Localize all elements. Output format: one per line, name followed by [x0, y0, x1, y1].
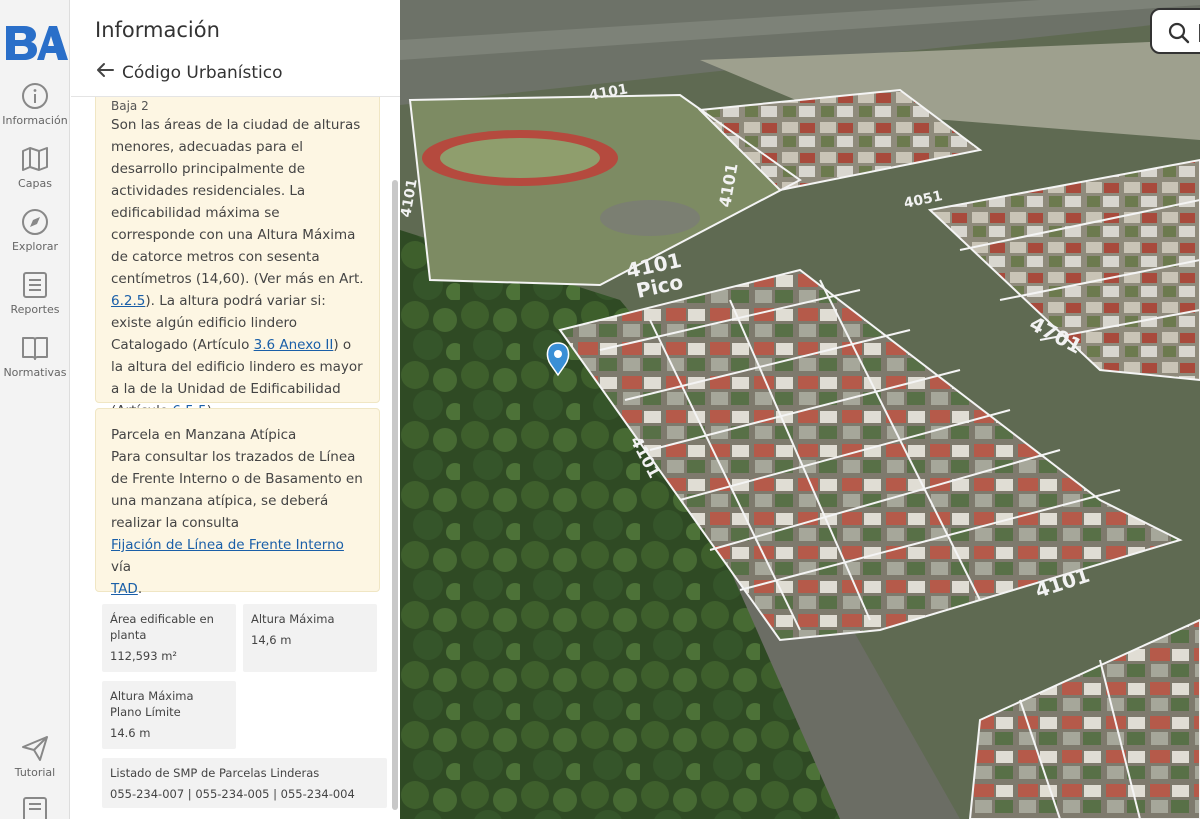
description-text: Son las áreas de la ciudad de alturas me… [111, 117, 364, 287]
description-text: Para consultar los trazados de Línea de … [111, 449, 363, 531]
rail-item-informacion[interactable]: Información [0, 82, 70, 127]
rail-label: Explorar [11, 240, 58, 253]
rail-label: Información [2, 114, 68, 127]
left-navigation-rail: Información Capas Explorar Reportes Norm… [0, 0, 70, 819]
rail-label: Reportes [10, 303, 60, 316]
link-fijacion-linea-frente-interno[interactable]: Fijación de Línea de Frente Interno [111, 537, 344, 553]
stat-label: Altura Máxima Plano Límite [110, 689, 194, 719]
rail-item-explorar[interactable]: Explorar [0, 208, 70, 253]
info-icon [22, 83, 48, 109]
card-title: Parcela en Manzana Atípica [111, 427, 297, 443]
rail-item-more[interactable] [0, 796, 70, 819]
description-text: vía [111, 559, 132, 575]
rail-item-reportes[interactable]: Reportes [0, 271, 70, 316]
stat-value: 14,6 m [251, 633, 292, 647]
stat-value: 055-234-007 | 055-234-005 | 055-234-004 [110, 787, 355, 801]
link-article-3-6-anexo-ii[interactable]: 3.6 Anexo II [254, 337, 334, 353]
stat-label: Altura Máxima [251, 612, 335, 626]
description-text: . [137, 581, 143, 597]
panel-header: Información Código Urbanístico [71, 0, 400, 97]
zone-description: Son las áreas de la ciudad de alturas me… [111, 114, 364, 422]
stat-altura-maxima: Altura Máxima 14,6 m [243, 604, 377, 672]
stat-area-edificable: Área edificable en planta 112,593 m² [102, 604, 236, 672]
stat-label: Listado de SMP de Parcelas Linderas [110, 766, 320, 780]
stat-label: Área edificable en planta [110, 612, 214, 642]
search-icon [1168, 22, 1190, 44]
stat-value: 112,593 m² [110, 649, 178, 663]
paper-plane-icon [22, 736, 48, 761]
panel-scrollbar[interactable] [392, 180, 398, 810]
back-arrow-icon[interactable] [95, 60, 115, 80]
rail-item-tutorial[interactable]: Tutorial [0, 734, 70, 779]
ba-logo[interactable] [4, 20, 68, 60]
atypical-description: Para consultar los trazados de Línea de … [111, 446, 364, 600]
stat-value: 14.6 m [110, 726, 151, 740]
stat-altura-plano-limite: Altura Máxima Plano Límite 14.6 m [102, 681, 236, 749]
zone-heading: Baja 2 [111, 99, 149, 113]
link-article-6-2-5[interactable]: 6.2.5 [111, 293, 145, 309]
rail-item-capas[interactable]: Capas [0, 145, 70, 190]
rail-label: Capas [18, 177, 52, 190]
reports-icon [23, 272, 47, 298]
stat-smp-linderas: Listado de SMP de Parcelas Linderas 055-… [102, 758, 387, 808]
map-search-button[interactable] [1150, 8, 1200, 54]
document-icon [23, 797, 47, 819]
panel-title: Información [95, 18, 220, 42]
compass-icon [22, 209, 48, 235]
atypical-block-card: Parcela en Manzana Atípica Para consulta… [95, 408, 380, 597]
satellite-map[interactable]: 4101 Pico 4101 4701 4101 4051 4101 4101 … [400, 0, 1200, 819]
map-canvas[interactable]: 4101 Pico 4101 4701 4101 4051 4101 4101 … [400, 0, 1200, 819]
zoning-description-card: Baja 2 Son las áreas de la ciudad de alt… [95, 90, 380, 419]
link-tad[interactable]: TAD [111, 581, 138, 597]
roundabout [600, 200, 700, 236]
stadium-field [440, 138, 600, 178]
map-icon [22, 147, 48, 171]
rail-label: Normativas [3, 366, 67, 379]
information-panel: Información Código Urbanístico Baja 2 So… [71, 0, 400, 819]
panel-subtitle: Código Urbanístico [122, 63, 283, 83]
book-icon [22, 337, 48, 360]
rail-label: Tutorial [14, 766, 56, 779]
rail-item-normativas[interactable]: Normativas [0, 334, 70, 379]
